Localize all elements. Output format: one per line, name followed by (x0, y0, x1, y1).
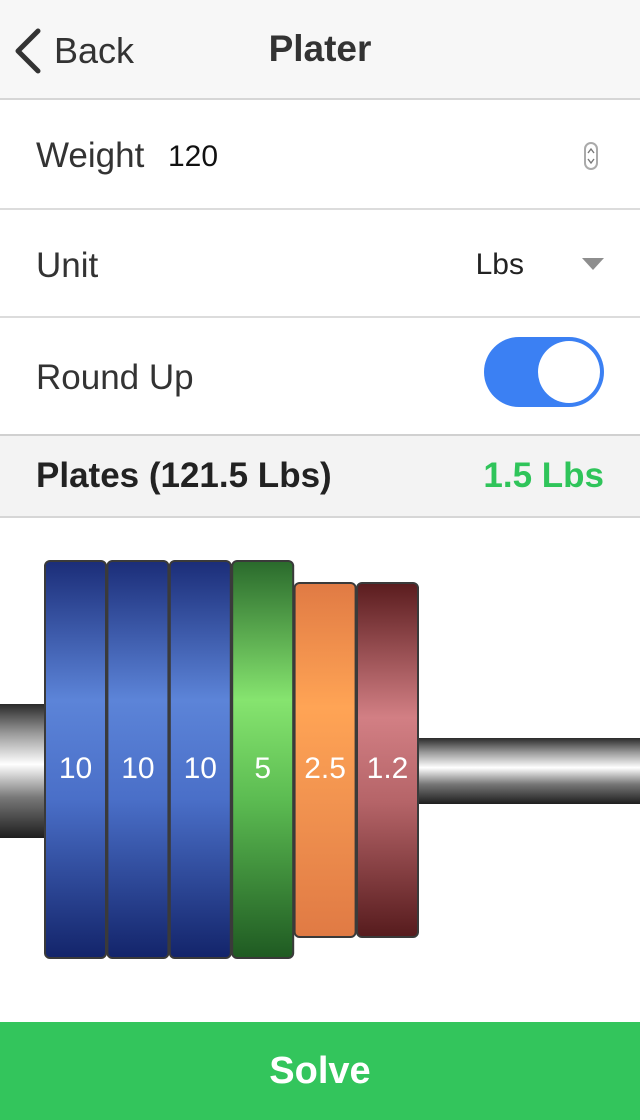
plates-total: Plates (121.5 Lbs) (36, 456, 332, 495)
plate-3-label: 10 (184, 752, 217, 785)
weight-label: Weight (36, 136, 145, 175)
weight-row: Weight (0, 100, 640, 210)
barbell-sleeve-left (0, 704, 50, 838)
weight-input[interactable] (168, 134, 568, 180)
caret-down-icon[interactable] (582, 258, 604, 270)
unit-row[interactable]: Unit Lbs (0, 210, 640, 318)
stepper-arrows-icon (587, 147, 595, 165)
plate-4-label: 5 (254, 752, 271, 785)
plate-6-label: 1.2 (367, 752, 409, 785)
round-up-label: Round Up (36, 358, 194, 397)
barbell-bar-right (414, 738, 640, 804)
solve-button[interactable]: Solve (0, 1022, 640, 1120)
toggle-knob (538, 341, 600, 403)
barbell-visualization: 10 10 10 5 2.5 1.2 (0, 560, 640, 959)
plate-5-label: 2.5 (304, 752, 346, 785)
plates-header: Plates (121.5 Lbs) 1.5 Lbs (0, 436, 640, 518)
nav-bar: Back Plater (0, 0, 640, 100)
plates-difference: 1.5 Lbs (483, 456, 604, 495)
plate-1-label: 10 (59, 752, 92, 785)
plate-stack: 10 10 10 5 2.5 1.2 (44, 560, 419, 959)
plate-2-label: 10 (121, 752, 154, 785)
unit-select[interactable]: Lbs (476, 248, 524, 282)
page-title: Plater (268, 28, 372, 69)
round-up-toggle[interactable] (484, 337, 604, 407)
unit-label: Unit (36, 246, 99, 285)
weight-stepper[interactable] (584, 142, 598, 170)
round-up-row: Round Up (0, 318, 640, 436)
